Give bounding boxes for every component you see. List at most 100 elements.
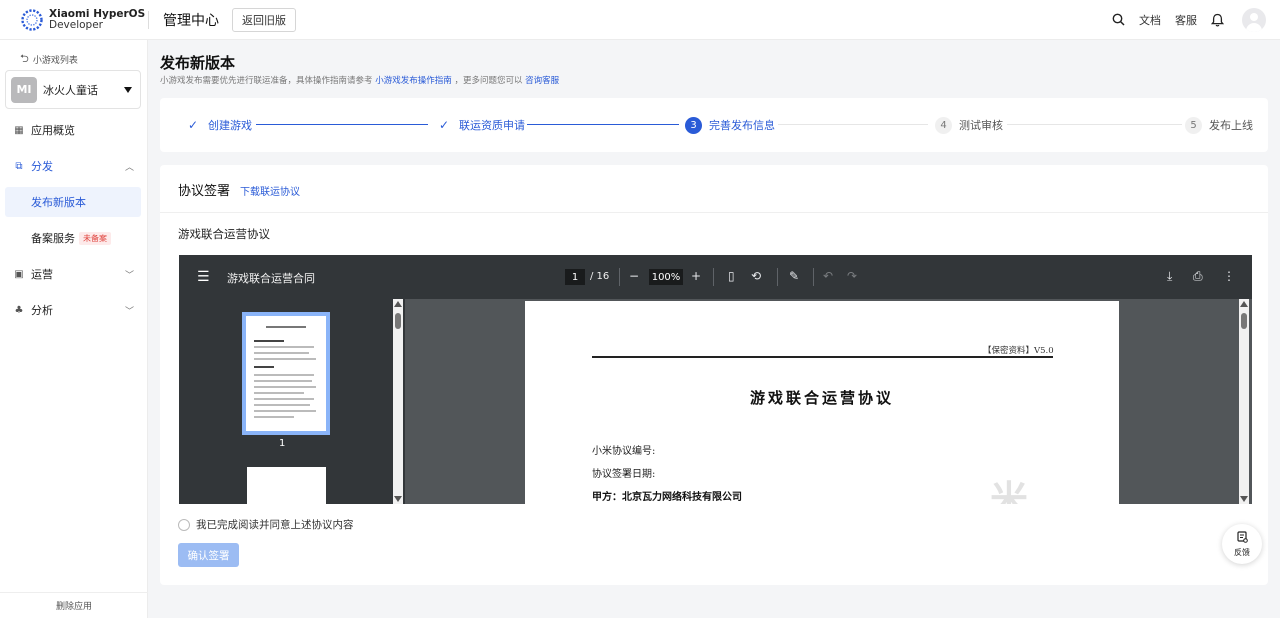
header-rule bbox=[592, 356, 1053, 358]
step-connector bbox=[1007, 124, 1182, 125]
undo-icon[interactable]: ↶ bbox=[823, 269, 833, 283]
step-publish-info: 3 完善发布信息 bbox=[685, 98, 775, 152]
zoom-in-icon[interactable]: + bbox=[691, 269, 701, 283]
section-title: 协议签署 bbox=[178, 184, 231, 199]
subtitle-text: 小游戏发布需要优先进行联运准备，具体操作指南请参考 bbox=[160, 76, 373, 86]
sidebar-item-overview[interactable]: ▦ 应用概览 bbox=[0, 115, 148, 145]
agree-checkbox[interactable]: 我已完成阅读并同意上述协议内容 bbox=[178, 517, 354, 532]
app-icon: MI bbox=[11, 76, 37, 103]
sidebar-item-publish-new[interactable]: 发布新版本 bbox=[5, 187, 141, 217]
sidebar-item-analytics[interactable]: ♣ 分析 ﹀ bbox=[0, 295, 148, 325]
hyperos-logo[interactable]: Xiaomi HyperOS Developer bbox=[20, 8, 148, 32]
sidebar-item-label: 分发 bbox=[31, 160, 53, 173]
back-arrow-icon: ⮌ bbox=[20, 52, 29, 65]
agree-label: 我已完成阅读并同意上述协议内容 bbox=[196, 519, 354, 531]
document-heading: 游戏联合运营协议 bbox=[749, 389, 894, 407]
step-label: 完善发布信息 bbox=[709, 119, 775, 132]
step-connector bbox=[527, 124, 679, 125]
toolbar-separator bbox=[813, 268, 814, 286]
chevron-down-icon: ﹀ bbox=[124, 270, 134, 281]
page-total: / 16 bbox=[590, 271, 610, 282]
rotate-icon[interactable]: ⟲ bbox=[751, 269, 761, 283]
hyperos-logo-icon bbox=[20, 8, 44, 32]
check-icon: ✓ bbox=[187, 118, 199, 132]
logo-line1: Xiaomi HyperOS bbox=[49, 7, 146, 20]
page-number-input[interactable]: 1 bbox=[565, 269, 585, 285]
toolbar-separator bbox=[777, 268, 778, 286]
thumbnail-scrollbar[interactable] bbox=[393, 299, 403, 504]
grid-icon: ▦ bbox=[14, 124, 24, 136]
radio-button[interactable] bbox=[178, 518, 190, 531]
feedback-button[interactable]: 反馈 bbox=[1222, 524, 1262, 564]
fit-page-icon[interactable]: ▯ bbox=[728, 269, 735, 283]
watermark: 米 bbox=[990, 477, 1029, 504]
download-agreement-link[interactable]: 下载联运协议 bbox=[240, 183, 300, 198]
pdf-file-name: 游戏联合运营合同 bbox=[227, 272, 315, 285]
avatar[interactable] bbox=[1242, 7, 1266, 32]
feedback-icon bbox=[1236, 530, 1248, 545]
sidebar-item-label: 运营 bbox=[31, 268, 53, 281]
pdf-page: 【保密资料】V5.0 游戏联合运营协议 小米协议编号: 协议签署日期: 甲方：北… bbox=[525, 301, 1119, 504]
top-header: Xiaomi HyperOS Developer 管理中心 返回旧版 文档 客服 bbox=[0, 0, 1280, 40]
agreement-card: 协议签署 下载联运协议 游戏联合运营协议 ☰ 游戏联合运营合同 1 / 16 −… bbox=[160, 165, 1268, 585]
subtitle-text-mid: ，更多问题您可以 bbox=[454, 76, 523, 86]
sidebar-item-operations[interactable]: ▣ 运营 ﹀ bbox=[0, 259, 148, 289]
step-label: 发布上线 bbox=[1209, 119, 1253, 132]
toolbar-separator bbox=[619, 268, 620, 286]
step-label: 创建游戏 bbox=[208, 119, 252, 132]
back-to-old-version-button[interactable]: 返回旧版 bbox=[232, 7, 296, 32]
document-label: 游戏联合运营协议 bbox=[178, 227, 270, 241]
thumbnail-page-1[interactable] bbox=[242, 312, 330, 435]
consult-support-link[interactable]: 咨询客服 bbox=[525, 76, 559, 86]
annotate-icon[interactable]: ✎ bbox=[789, 269, 799, 283]
step-label: 联运资质申请 bbox=[459, 119, 525, 132]
zoom-out-icon[interactable]: − bbox=[629, 269, 639, 283]
menu-icon[interactable]: ☰ bbox=[197, 269, 210, 285]
support-link[interactable]: 客服 bbox=[1175, 12, 1197, 28]
chevron-down-icon: ﹀ bbox=[124, 306, 134, 317]
step-create-game: ✓ 创建游戏 bbox=[186, 98, 252, 152]
sidebar-item-filing[interactable]: 备案服务 未备案 bbox=[5, 223, 141, 253]
sidebar-item-label: 备案服务 bbox=[31, 232, 75, 245]
step-number: 3 bbox=[685, 116, 702, 134]
step-qualification: ✓ 联运资质申请 bbox=[437, 98, 525, 152]
sidebar-item-label: 分析 bbox=[31, 304, 53, 317]
publish-guide-link[interactable]: 小游戏发布操作指南 bbox=[375, 76, 452, 86]
back-link-label: 小游戏列表 bbox=[32, 56, 78, 66]
progress-steps: ✓ 创建游戏 ✓ 联运资质申请 3 完善发布信息 4 测试审核 5 发布上线 bbox=[160, 98, 1268, 152]
zoom-input[interactable]: 100% bbox=[649, 269, 683, 285]
sidebar-item-distribution[interactable]: ⧉ 分发 ︿ bbox=[0, 151, 148, 181]
bell-icon[interactable] bbox=[1211, 13, 1224, 27]
pdf-viewer[interactable]: ☰ 游戏联合运营合同 1 / 16 − 100% + ▯ ⟲ ✎ ↶ ↷ ⤓ ⎙… bbox=[179, 255, 1252, 504]
thumbnail-page-2[interactable] bbox=[247, 467, 326, 504]
print-icon[interactable]: ⎙ bbox=[1193, 269, 1203, 284]
page-title: 发布新版本 bbox=[160, 54, 236, 72]
search-icon[interactable] bbox=[1112, 13, 1125, 26]
share-icon: ⧉ bbox=[15, 160, 23, 172]
step-connector bbox=[256, 124, 428, 125]
app-selector[interactable]: MI 冰火人童话 bbox=[5, 70, 141, 109]
caret-down-icon bbox=[124, 86, 132, 93]
step-connector bbox=[778, 124, 928, 125]
redo-icon[interactable]: ↷ bbox=[847, 269, 857, 283]
confirm-sign-button[interactable]: 确认签署 bbox=[178, 543, 239, 567]
page-subtitle: 小游戏发布需要优先进行联运准备，具体操作指南请参考 小游戏发布操作指南 ，更多问… bbox=[160, 74, 559, 86]
status-badge: 未备案 bbox=[79, 231, 111, 245]
document-scrollbar[interactable] bbox=[1239, 299, 1249, 504]
step-number: 5 bbox=[1185, 116, 1202, 134]
thumbnail-panel: 1 bbox=[179, 299, 405, 504]
download-icon[interactable]: ⤓ bbox=[1167, 269, 1172, 284]
logo-line2: Developer bbox=[49, 18, 104, 31]
docs-link[interactable]: 文档 bbox=[1139, 12, 1161, 28]
step-test-review: 4 测试审核 bbox=[935, 98, 1003, 152]
more-icon[interactable]: ⋮ bbox=[1223, 269, 1235, 283]
monitor-icon: ▣ bbox=[14, 268, 24, 280]
chevron-up-icon: ︿ bbox=[124, 162, 134, 173]
back-to-game-list-link[interactable]: ⮌ 小游戏列表 bbox=[20, 50, 78, 69]
thumbnail-page-number: 1 bbox=[279, 438, 286, 449]
step-number: 4 bbox=[935, 116, 952, 134]
delete-app-button[interactable]: 删除应用 bbox=[0, 592, 148, 618]
confidential-label: 【保密资料】V5.0 bbox=[983, 346, 1054, 356]
sidebar-item-label: 应用概览 bbox=[31, 124, 75, 137]
app-name: 冰火人童话 bbox=[43, 83, 98, 97]
